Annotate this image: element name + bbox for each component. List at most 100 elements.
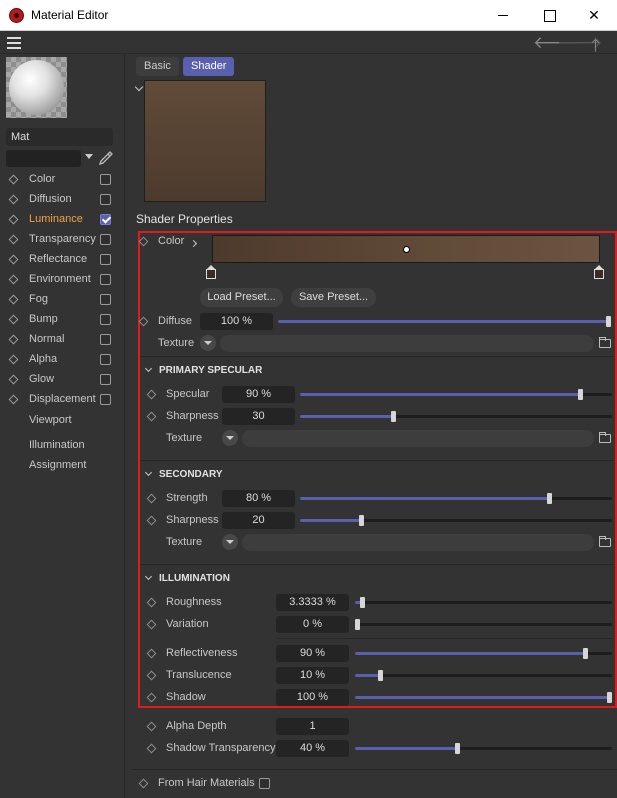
keyframe-diamond-icon[interactable] xyxy=(138,778,149,789)
sidebar-item-illumination[interactable]: Illumination xyxy=(29,439,85,451)
material-preview[interactable] xyxy=(6,57,67,118)
channel-checkbox[interactable] xyxy=(100,214,111,225)
variation-value[interactable]: 0 % xyxy=(276,616,349,633)
gradient-knot-right[interactable] xyxy=(594,265,604,279)
from-hair-checkbox[interactable] xyxy=(259,778,270,789)
strength-slider[interactable] xyxy=(300,493,612,504)
keyframe-diamond-icon[interactable] xyxy=(146,493,157,504)
sharpness-value[interactable]: 30 xyxy=(222,408,295,425)
keyframe-diamond-icon[interactable] xyxy=(146,670,157,681)
chevron-down-icon[interactable] xyxy=(85,154,93,159)
tab-basic[interactable]: Basic xyxy=(136,57,179,76)
hamburger-icon[interactable] xyxy=(7,37,21,49)
texture-field[interactable] xyxy=(220,335,594,352)
keyframe-diamond-icon[interactable] xyxy=(146,411,157,422)
sidebar-item-luminance[interactable]: Luminance xyxy=(0,210,125,230)
channel-checkbox[interactable] xyxy=(100,314,111,325)
keyframe-diamond-icon[interactable] xyxy=(146,648,157,659)
sidebar-item-environment[interactable]: Environment xyxy=(0,270,125,290)
sidebar-item-displacement[interactable]: Displacement xyxy=(0,390,125,410)
sidebar-item-viewport[interactable]: Viewport xyxy=(29,414,72,426)
folder-icon[interactable] xyxy=(599,337,611,348)
specular-slider[interactable] xyxy=(300,389,612,400)
channel-checkbox[interactable] xyxy=(100,234,111,245)
reflectiveness-slider[interactable] xyxy=(355,648,612,659)
color-gradient[interactable] xyxy=(212,235,600,263)
layer-dropdown[interactable] xyxy=(6,150,81,167)
sidebar-item-bump[interactable]: Bump xyxy=(0,310,125,330)
texture-field[interactable] xyxy=(242,430,594,447)
strength-value[interactable]: 80 % xyxy=(222,490,295,507)
keyframe-diamond-icon[interactable] xyxy=(138,236,149,247)
sidebar-item-diffusion[interactable]: Diffusion xyxy=(0,190,125,210)
keyframe-diamond-icon[interactable] xyxy=(8,394,19,405)
channel-checkbox[interactable] xyxy=(100,194,111,205)
keyframe-diamond-icon[interactable] xyxy=(146,692,157,703)
channel-checkbox[interactable] xyxy=(100,354,111,365)
keyframe-diamond-icon[interactable] xyxy=(146,597,157,608)
shadow-transparency-slider[interactable] xyxy=(355,743,612,754)
keyframe-diamond-icon[interactable] xyxy=(8,374,19,385)
keyframe-diamond-icon[interactable] xyxy=(146,743,157,754)
keyframe-diamond-icon[interactable] xyxy=(8,294,19,305)
channel-checkbox[interactable] xyxy=(100,294,111,305)
chevron-down-icon[interactable] xyxy=(134,82,144,92)
diffuse-value[interactable]: 100 % xyxy=(200,313,273,330)
keyframe-diamond-icon[interactable] xyxy=(8,234,19,245)
sharpness-slider[interactable] xyxy=(300,411,612,422)
sidebar-item-fog[interactable]: Fog xyxy=(0,290,125,310)
sidebar-item-transparency[interactable]: Transparency xyxy=(0,230,125,250)
folder-icon[interactable] xyxy=(599,432,611,443)
keyframe-diamond-icon[interactable] xyxy=(8,314,19,325)
keyframe-diamond-icon[interactable] xyxy=(138,316,149,327)
keyframe-diamond-icon[interactable] xyxy=(8,334,19,345)
channel-checkbox[interactable] xyxy=(100,174,111,185)
keyframe-diamond-icon[interactable] xyxy=(146,721,157,732)
shadow-transparency-value[interactable]: 40 % xyxy=(276,740,349,757)
channel-checkbox[interactable] xyxy=(100,394,111,405)
texture-dropdown[interactable] xyxy=(200,335,216,351)
save-preset-button[interactable]: Save Preset... xyxy=(291,288,376,307)
material-name-field[interactable]: Mat xyxy=(6,128,113,146)
roughness-slider[interactable] xyxy=(355,597,612,608)
variation-slider[interactable] xyxy=(355,619,612,630)
maximize-button[interactable] xyxy=(526,0,572,31)
diffuse-slider[interactable] xyxy=(278,316,611,327)
sharpness-slider[interactable] xyxy=(300,515,612,526)
tab-shader[interactable]: Shader xyxy=(183,57,235,76)
minimize-button[interactable] xyxy=(480,0,526,31)
specular-value[interactable]: 90 % xyxy=(222,386,295,403)
load-preset-button[interactable]: Load Preset... xyxy=(200,288,283,307)
gradient-interpolation-handle[interactable] xyxy=(403,246,410,253)
eyedropper-icon[interactable] xyxy=(98,150,114,166)
translucence-value[interactable]: 10 % xyxy=(276,667,349,684)
keyframe-diamond-icon[interactable] xyxy=(8,354,19,365)
sidebar-item-normal[interactable]: Normal xyxy=(0,330,125,350)
folder-icon[interactable] xyxy=(599,536,611,547)
channel-checkbox[interactable] xyxy=(100,254,111,265)
translucence-slider[interactable] xyxy=(355,670,612,681)
keyframe-diamond-icon[interactable] xyxy=(146,515,157,526)
sidebar-item-reflectance[interactable]: Reflectance xyxy=(0,250,125,270)
roughness-value[interactable]: 3.3333 % xyxy=(276,594,349,611)
texture-dropdown[interactable] xyxy=(222,534,238,550)
channel-checkbox[interactable] xyxy=(100,374,111,385)
texture-field[interactable] xyxy=(242,534,594,551)
close-button[interactable]: ✕ xyxy=(571,0,617,31)
keyframe-diamond-icon[interactable] xyxy=(146,389,157,400)
shadow-slider[interactable] xyxy=(355,692,612,703)
channel-checkbox[interactable] xyxy=(100,334,111,345)
sidebar-item-color[interactable]: Color xyxy=(0,170,125,190)
sidebar-item-assignment[interactable]: Assignment xyxy=(29,459,86,471)
sidebar-item-alpha[interactable]: Alpha xyxy=(0,350,125,370)
gradient-knot-left[interactable] xyxy=(206,265,216,279)
texture-dropdown[interactable] xyxy=(222,430,238,446)
keyframe-diamond-icon[interactable] xyxy=(8,254,19,265)
keyframe-diamond-icon[interactable] xyxy=(8,274,19,285)
keyframe-diamond-icon[interactable] xyxy=(146,619,157,630)
keyframe-diamond-icon[interactable] xyxy=(8,214,19,225)
shadow-value[interactable]: 100 % xyxy=(276,689,349,706)
sharpness-value[interactable]: 20 xyxy=(222,512,295,529)
sidebar-item-glow[interactable]: Glow xyxy=(0,370,125,390)
keyframe-diamond-icon[interactable] xyxy=(8,194,19,205)
